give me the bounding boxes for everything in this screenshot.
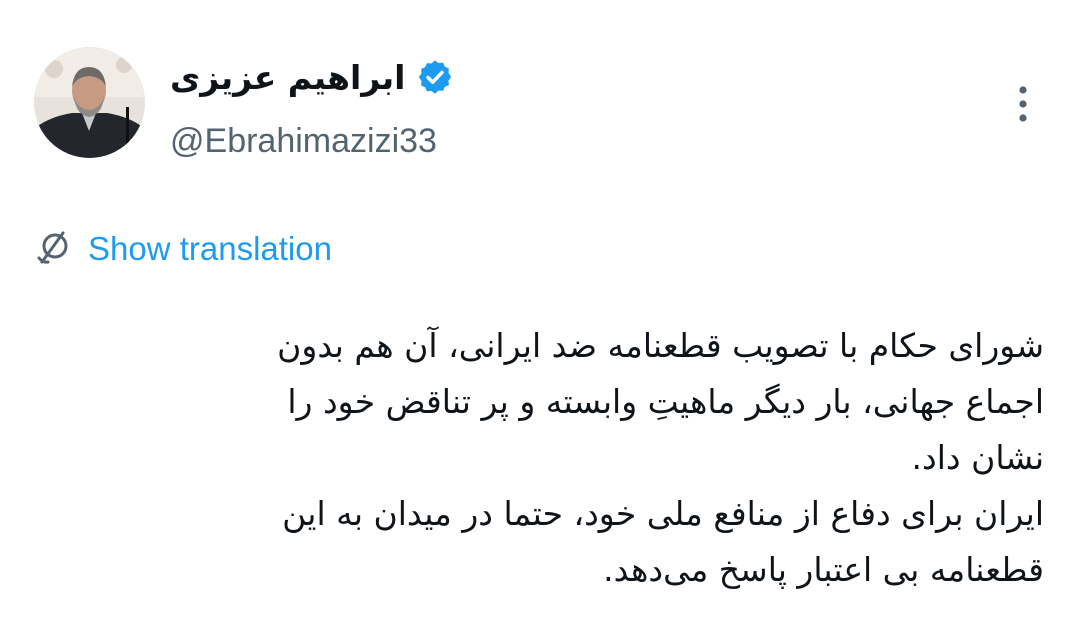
tweet-text-line: قطعنامه بی اعتبار پاسخ می‌دهد. [603,550,1044,589]
tweet-card: ابراهیم عزیزی @Ebrahimazizi33 Show trans… [0,0,1080,629]
more-vertical-icon[interactable] [1010,84,1036,124]
author-handle[interactable]: @Ebrahimazizi33 [170,124,437,158]
tweet-text-line: ایران برای دفاع از منافع ملی خود، حتما د… [282,494,1044,533]
author-name-row: ابراهیم عزیزی [170,52,454,102]
globe-translate-icon [34,228,74,268]
tweet-text-line: اجماع جهانی، بار دیگر ماهیتِ وابسته و پر… [287,382,1044,421]
author-avatar[interactable] [34,47,145,158]
avatar-image [34,47,145,158]
tweet-text-line: نشان داد. [911,438,1044,477]
show-translation-label: Show translation [88,229,332,267]
author-display-name[interactable]: ابراهیم عزیزی [170,61,406,94]
show-translation-button[interactable]: Show translation [34,226,332,270]
tweet-text-line: شورای حکام با تصویب قطعنامه ضد ایرانی، آ… [277,326,1044,365]
tweet-text: شورای حکام با تصویب قطعنامه ضد ایرانی، آ… [104,318,1044,598]
verified-badge-icon [416,58,454,96]
